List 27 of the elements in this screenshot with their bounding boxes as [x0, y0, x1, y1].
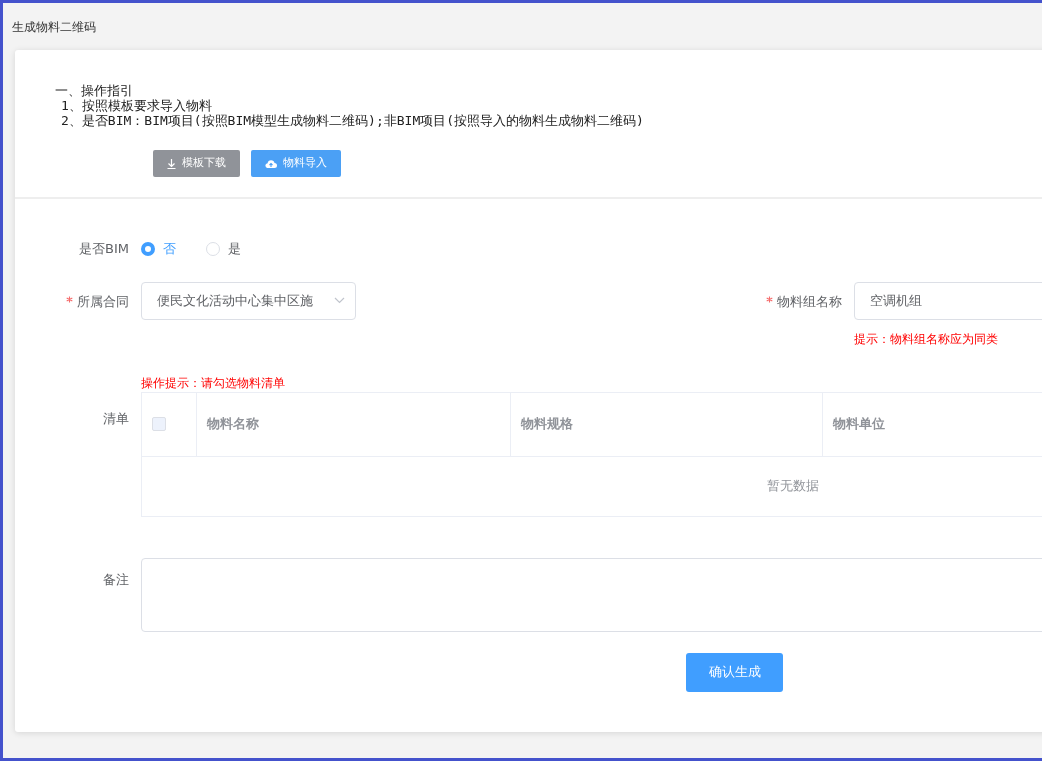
guide-heading: 一、操作指引 [55, 83, 134, 98]
select-all-checkbox[interactable] [152, 417, 166, 431]
remark-field[interactable] [141, 557, 1042, 632]
column-header: 物料名称 [207, 415, 259, 434]
form-label: 物料组名称 [766, 293, 842, 309]
hint-text: 操作提示：请勾选物料清单 [141, 374, 286, 392]
form-label: 清单 [103, 410, 129, 426]
empty-text: 暂无数据 [767, 477, 819, 496]
download-button[interactable]: 模板下载 [153, 150, 240, 177]
radio-option[interactable]: 否 [141, 239, 176, 259]
hint-text: 提示：物料组名称应为同类 [854, 330, 999, 348]
column-header: 物料规格 [521, 415, 573, 434]
guide-step: 2、是否BIM：BIM项目(按照BIM模型生成物料二维码);非BIM项目(按照导入的物料生成物料二维码) [55, 113, 1042, 128]
form-label: 所属合同 [66, 293, 129, 309]
chevron-down-icon [334, 297, 345, 304]
radio-option[interactable]: 是 [206, 239, 241, 259]
download-icon [167, 158, 176, 169]
confirm-button[interactable]: 确认生成 [686, 652, 783, 692]
column-header: 物料单位 [833, 415, 885, 434]
upload-button[interactable]: 物料导入 [251, 150, 341, 177]
material-group-field[interactable]: 空调机组 [854, 281, 1042, 320]
guide-step: 1、按照模板要求导入物料 [55, 98, 1042, 113]
page-title: 生成物料二维码 [12, 18, 96, 36]
form-label: 备注 [103, 571, 129, 587]
cloud-upload-icon [265, 159, 277, 168]
contract-select[interactable]: 便民文化活动中心集中区施 [141, 281, 356, 320]
form-label: 是否BIM [79, 241, 129, 256]
